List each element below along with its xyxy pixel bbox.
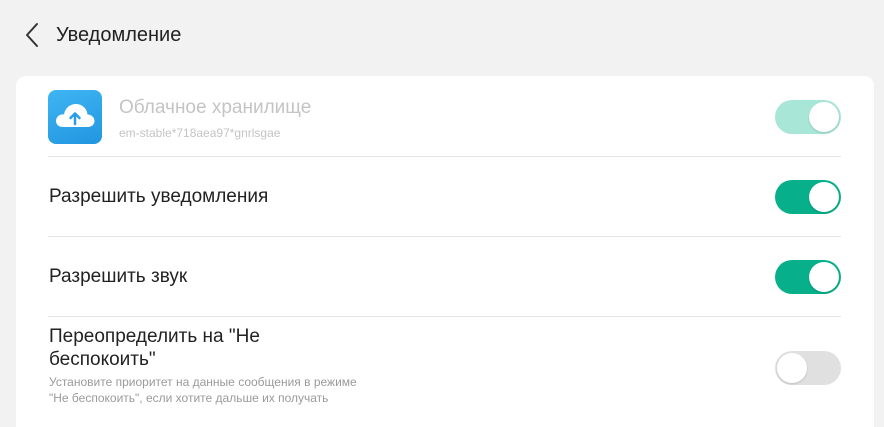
settings-card: Облачное хранилище em-stable*718aea97*gn… — [16, 76, 874, 427]
header: Уведомление — [0, 0, 884, 70]
app-name: Облачное хранилище — [119, 97, 312, 118]
allow-sound-row[interactable]: Разрешить звук — [48, 237, 841, 317]
app-row: Облачное хранилище em-stable*718aea97*gn… — [48, 76, 841, 157]
override-dnd-description: Установите приоритет на данные сообщения… — [49, 375, 357, 405]
allow-notifications-toggle[interactable] — [775, 180, 841, 214]
override-dnd-label: Переопределить на "Не беспокоить" — [49, 326, 260, 370]
allow-sound-label: Разрешить звук — [49, 266, 188, 287]
override-dnd-row[interactable]: Переопределить на "Не беспокоить" Устано… — [48, 317, 841, 427]
allow-sound-toggle[interactable] — [775, 260, 841, 294]
override-dnd-toggle[interactable] — [775, 351, 841, 385]
toggle-knob — [809, 262, 839, 292]
allow-notifications-label: Разрешить уведомления — [49, 186, 269, 207]
notification-settings-screen: Уведомление Облачное хранилище em-stable… — [0, 0, 884, 427]
allow-notifications-row[interactable]: Разрешить уведомления — [48, 157, 841, 237]
page-title: Уведомление — [56, 24, 182, 46]
app-id: em-stable*718aea97*gnrlsgae — [119, 126, 281, 140]
chevron-left-icon — [26, 23, 38, 47]
back-button[interactable] — [18, 20, 48, 50]
toggle-knob — [809, 182, 839, 212]
cloud-upload-icon — [56, 104, 95, 127]
toggle-knob — [809, 102, 839, 132]
toggle-knob — [777, 353, 807, 383]
app-enabled-toggle[interactable] — [775, 100, 841, 134]
app-icon — [48, 90, 102, 144]
